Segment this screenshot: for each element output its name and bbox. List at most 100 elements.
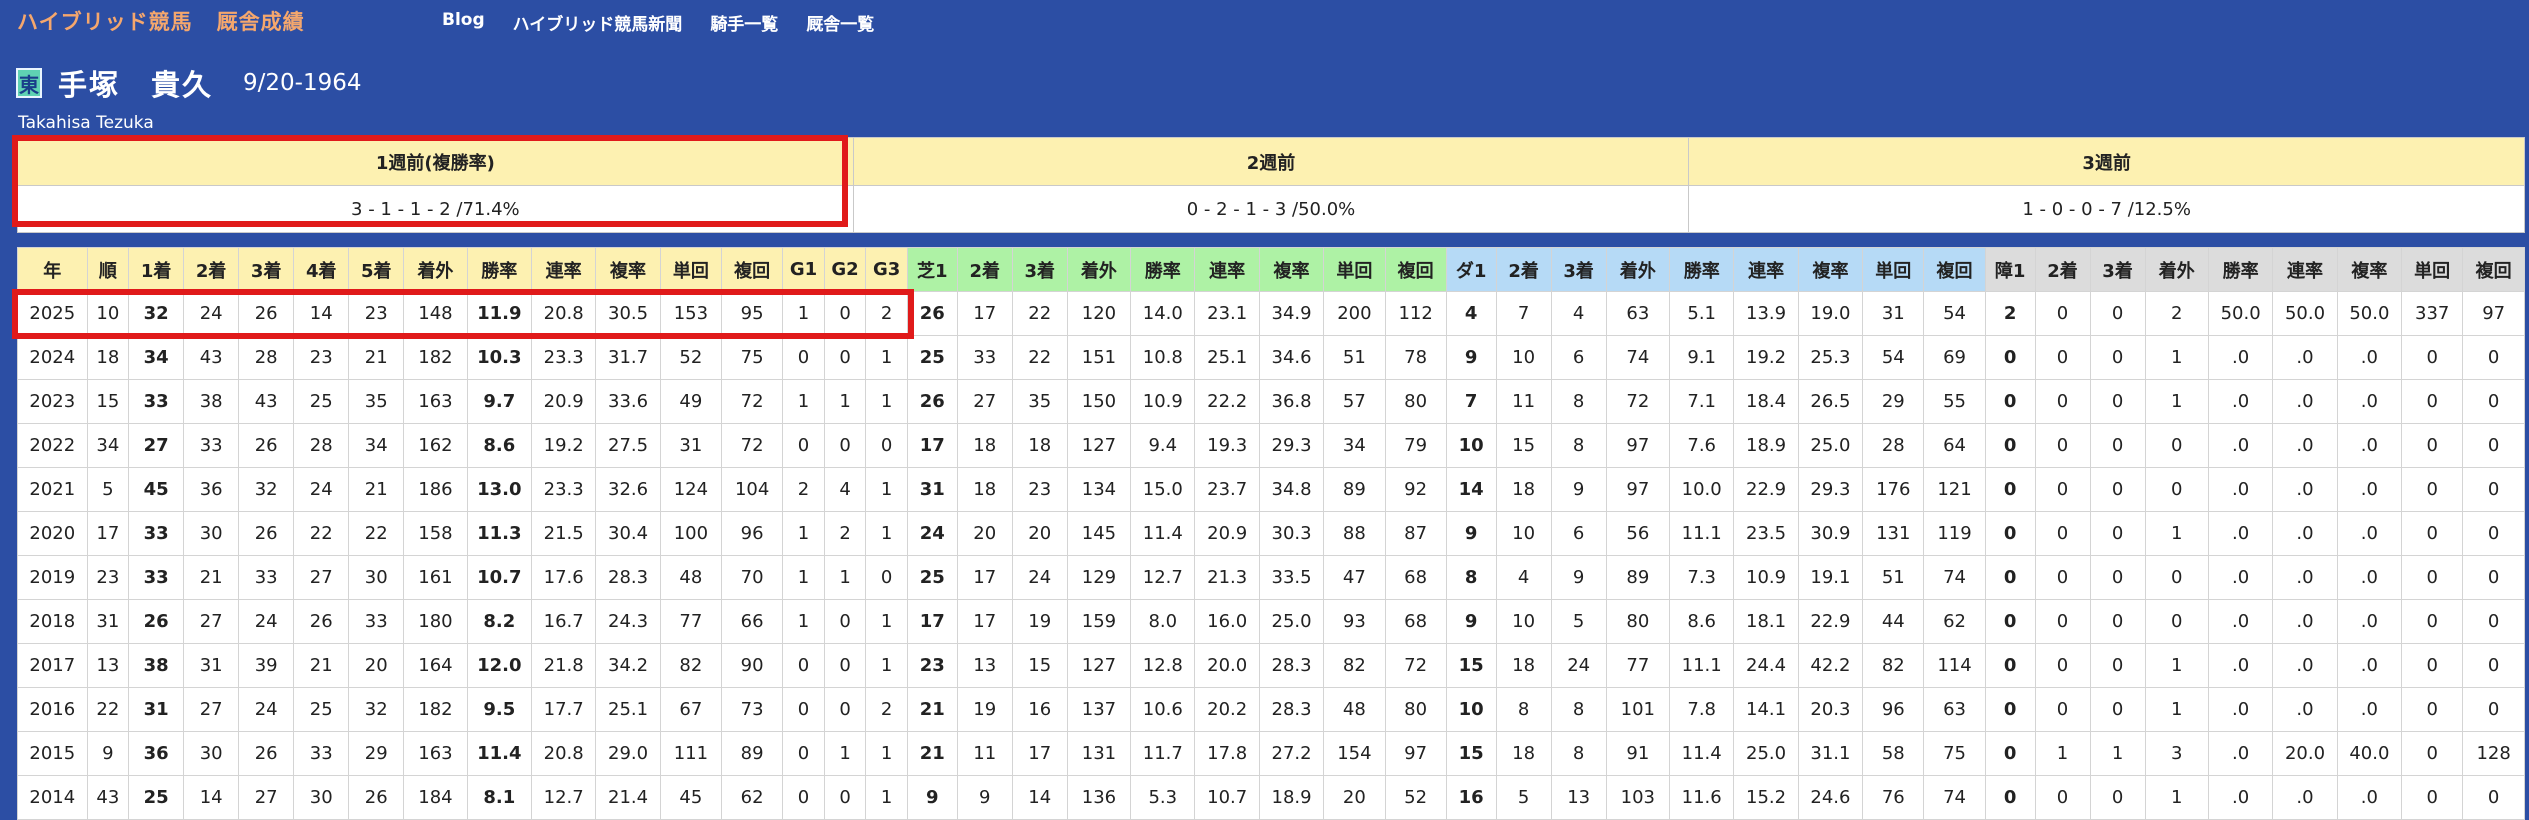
stat-cell: 25.1 [1194, 335, 1260, 380]
stat-cell: 0 [2401, 731, 2464, 776]
stat-cell: .0 [2272, 511, 2338, 556]
stat-cell: 33 [128, 379, 185, 424]
stat-cell: 10.9 [1733, 555, 1799, 600]
stat-cell: 1 [2089, 731, 2146, 776]
stat-cell: 20 [1011, 511, 1068, 556]
stat-cell: 17 [956, 291, 1013, 336]
stat-cell: 72 [720, 423, 784, 468]
stat-cell: 77 [659, 599, 723, 644]
nav-link-newspaper[interactable]: ハイブリッド競馬新聞 [513, 10, 683, 35]
stat-cell: .0 [2336, 511, 2403, 556]
stat-cell: 0 [2144, 555, 2209, 600]
stat-cell: 124 [659, 467, 723, 512]
week-header-3: 3週前 [1688, 137, 2525, 186]
stat-cell: 18 [956, 467, 1013, 512]
stat-cell: 23 [1011, 467, 1068, 512]
stat-cell: 24 [1011, 555, 1068, 600]
stat-cell: 200 [1323, 291, 1386, 336]
site-brand[interactable]: ハイブリッド競馬 厩舎成績 [17, 6, 305, 36]
yearly-stats-table: 年順 1着 2着 3着 4着 5着 着外 勝率 連率 複率 単回 複回 G1 G2 G3 芝1 2着 3着 着外 勝率… [17, 247, 2525, 820]
stats-row-2025: 2025 10 32 24 26 14 23 148 11.9 20.8 30.5 153 95 1 0 2 2… [17, 291, 2525, 336]
stat-cell: 20.2 [1194, 687, 1260, 732]
stat-cell: 16.0 [1194, 599, 1260, 644]
stat-cell: 6 [1550, 335, 1607, 380]
stat-cell: 2 [2144, 291, 2209, 336]
stat-cell: 25 [293, 687, 350, 732]
stat-cell: 72 [720, 379, 784, 424]
stat-cell: 0 [2462, 423, 2525, 468]
stat-cell: 30 [183, 731, 240, 776]
stat-cell: 31 [1862, 291, 1925, 336]
stat-cell: 72 [1384, 643, 1447, 688]
column-header: 3着 [1011, 247, 1068, 292]
stat-cell: 0 [1984, 731, 2036, 776]
stat-cell: 0 [2034, 423, 2091, 468]
column-header: 単回 [1862, 247, 1925, 292]
stat-cell: 5 [1550, 599, 1607, 644]
stat-cell: 0 [2401, 423, 2464, 468]
stat-cell: 75 [1923, 731, 1986, 776]
stat-cell: 14 [293, 291, 350, 336]
stat-cell: 33 [128, 511, 185, 556]
stat-cell: 0 [2034, 379, 2091, 424]
stat-cell: .0 [2336, 335, 2403, 380]
stat-cell: 34 [86, 423, 130, 468]
nav-link-stables[interactable]: 厩舎一覧 [806, 10, 874, 35]
stat-cell: 0 [2034, 335, 2091, 380]
stat-cell: 88 [1323, 511, 1386, 556]
stat-cell: 22.9 [1797, 599, 1864, 644]
stat-cell: 0 [1984, 467, 2036, 512]
stat-cell: 24 [906, 511, 958, 556]
week-value-2: 0 - 2 - 1 - 3 /50.0% [852, 185, 1690, 233]
stat-cell: 0 [2401, 467, 2464, 512]
stat-cell: 162 [403, 423, 468, 468]
nav-link-jockeys[interactable]: 騎手一覧 [710, 10, 778, 35]
stat-cell: 27 [956, 379, 1013, 424]
stat-cell: 29.3 [1258, 423, 1325, 468]
stat-cell: 82 [659, 643, 723, 688]
stat-cell: 32 [238, 467, 295, 512]
stat-cell: 17.8 [1194, 731, 1260, 776]
column-header: 着外 [1605, 247, 1671, 292]
stat-cell: 68 [1384, 555, 1447, 600]
stat-cell: 0 [2401, 555, 2464, 600]
stat-cell: 8 [1550, 423, 1607, 468]
stat-cell: 11 [1495, 379, 1552, 424]
stat-cell: 0 [782, 731, 825, 776]
stat-cell: 8 [1550, 687, 1607, 732]
stat-cell: 154 [1323, 731, 1386, 776]
stat-cell: 28 [1862, 423, 1925, 468]
stat-cell: .0 [2207, 687, 2274, 732]
year-cell: 2019 [17, 555, 88, 600]
stat-cell: 18.4 [1733, 379, 1799, 424]
stat-cell: 10.3 [466, 335, 532, 380]
column-header: G2 [823, 247, 867, 292]
stat-cell: 0 [2401, 335, 2464, 380]
stat-cell: 0 [2089, 379, 2146, 424]
stats-row-2018: 2018 31 26 27 24 26 33 180 8.2 16.7 24.3 77 66 1 0 1 17 1… [17, 599, 2525, 644]
stat-cell: 0 [2462, 555, 2525, 600]
column-header: 勝率 [1669, 247, 1735, 292]
stat-cell: 22 [1011, 291, 1068, 336]
stat-cell: 97 [1605, 423, 1671, 468]
stat-cell: 17 [86, 511, 130, 556]
stat-cell: 6 [1550, 511, 1607, 556]
nav-link-blog[interactable]: Blog [442, 10, 485, 35]
stat-cell: 74 [1923, 555, 1986, 600]
stat-cell: 63 [1923, 687, 1986, 732]
column-header: 2着 [1495, 247, 1552, 292]
stat-cell: 13.0 [466, 467, 532, 512]
stat-cell: 8 [1445, 555, 1497, 600]
stat-cell: 19 [1011, 599, 1068, 644]
stat-cell: 30.9 [1797, 511, 1864, 556]
stat-cell: 96 [1862, 687, 1925, 732]
column-header: 複回 [720, 247, 784, 292]
stat-cell: 9 [1445, 335, 1497, 380]
stat-cell: 2 [823, 511, 867, 556]
stat-cell: 23.3 [530, 467, 597, 512]
stat-cell: 31 [128, 687, 185, 732]
stat-cell: 134 [1066, 467, 1132, 512]
stat-cell: 34 [1323, 423, 1386, 468]
stat-cell: 93 [1323, 599, 1386, 644]
stats-row-2020: 2020 17 33 30 26 22 22 158 11.3 21.5 30.4 100 96 1 2 1 2… [17, 511, 2525, 556]
